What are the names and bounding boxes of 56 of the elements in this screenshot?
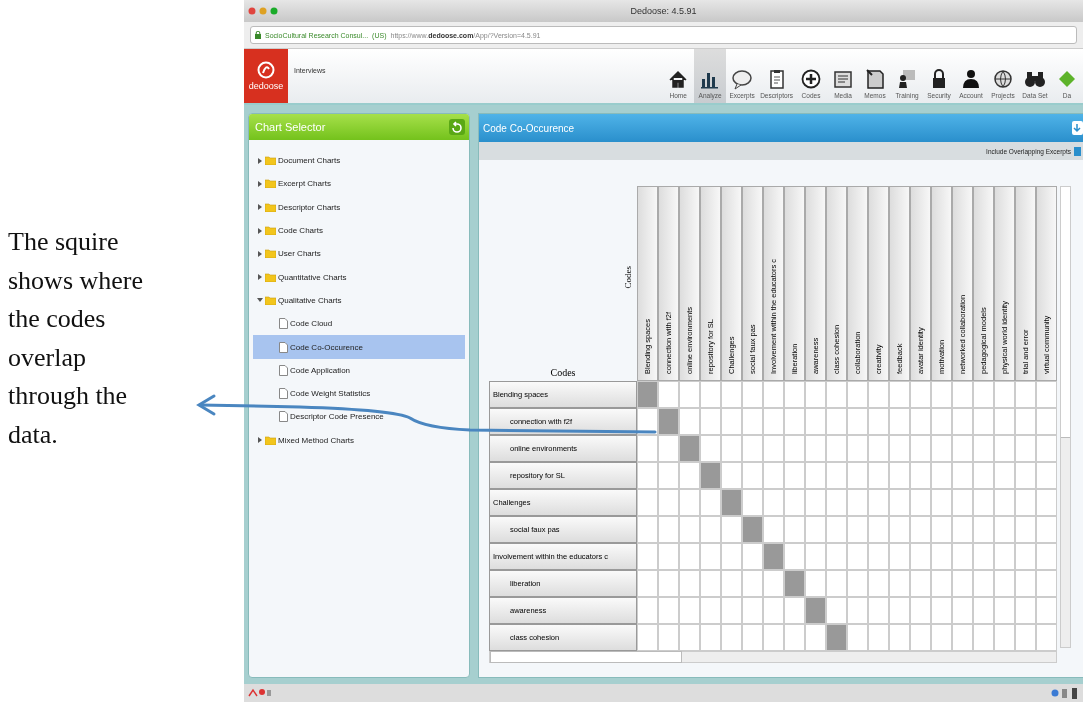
presenter-icon (896, 68, 918, 90)
collapsed-triangle-icon[interactable] (257, 204, 263, 211)
collapsed-triangle-icon[interactable] (257, 250, 263, 257)
collapsed-triangle-icon[interactable] (257, 157, 263, 164)
page-icon (279, 388, 288, 400)
folder-icon (265, 156, 276, 166)
tree-item[interactable]: Code Application (253, 358, 465, 382)
tree-item[interactable]: Code Co-Occurence (253, 335, 465, 359)
tree-item[interactable]: Excerpt Charts (253, 172, 465, 196)
lock-icon (255, 31, 261, 39)
document-icon (832, 68, 854, 90)
axis-label: Codes (550, 367, 576, 380)
tree-item[interactable]: User Charts (253, 242, 465, 266)
folder-icon (265, 272, 276, 282)
expanded-triangle-icon[interactable] (257, 297, 263, 304)
horizontal-scrollbar[interactable] (489, 651, 1057, 663)
collapsed-triangle-icon[interactable] (257, 180, 263, 187)
page-icon (279, 364, 288, 376)
tree-item[interactable]: Code Weight Statistics (253, 381, 465, 406)
vertical-scrollbar[interactable] (1060, 186, 1071, 648)
panel-title: Code Co-Occurence (483, 122, 575, 134)
folder-icon (265, 202, 276, 212)
folder-icon (265, 249, 276, 259)
folder-icon (265, 179, 276, 189)
annotation-text: The squire shows where the codes overlap through the data. (8, 226, 145, 451)
export-icon[interactable] (1071, 120, 1083, 136)
globe-icon (992, 68, 1014, 90)
panel-title: Chart Selector (255, 121, 326, 133)
page-icon (279, 318, 288, 330)
tree-item[interactable]: Qualitative Charts (253, 288, 465, 313)
tree-item[interactable]: Descriptor Charts (253, 195, 465, 219)
checkbox[interactable] (1074, 146, 1081, 156)
folder-icon (265, 435, 276, 445)
tree-item[interactable]: Document Charts (253, 149, 465, 173)
collapsed-triangle-icon[interactable] (257, 437, 263, 444)
status-icon (1051, 687, 1079, 699)
tree-item[interactable]: Code Cloud (253, 312, 465, 336)
refresh-icon[interactable] (449, 119, 465, 135)
page-icon (279, 341, 288, 353)
status-icon (248, 688, 272, 698)
tree-item[interactable]: Mixed Method Charts (253, 428, 465, 452)
folder-icon (265, 295, 276, 305)
speech-bubble-icon (731, 68, 754, 90)
person-icon (960, 68, 982, 90)
axis-label: Codes (623, 266, 633, 289)
window-title: Dedoose: 4.5.91 (630, 6, 697, 16)
page-icon (279, 411, 288, 423)
plus-circle-icon (800, 68, 822, 90)
collapsed-triangle-icon[interactable] (257, 227, 263, 234)
folder-icon (265, 226, 276, 236)
tree-item[interactable]: Code Charts (253, 218, 465, 243)
tree-item[interactable]: Quantitative Charts (253, 265, 465, 289)
app-logo[interactable]: dedoose (244, 49, 288, 103)
tree-item[interactable]: Descriptor Code Presence (253, 405, 465, 429)
collapsed-triangle-icon[interactable] (257, 274, 263, 281)
note-icon (864, 68, 886, 90)
